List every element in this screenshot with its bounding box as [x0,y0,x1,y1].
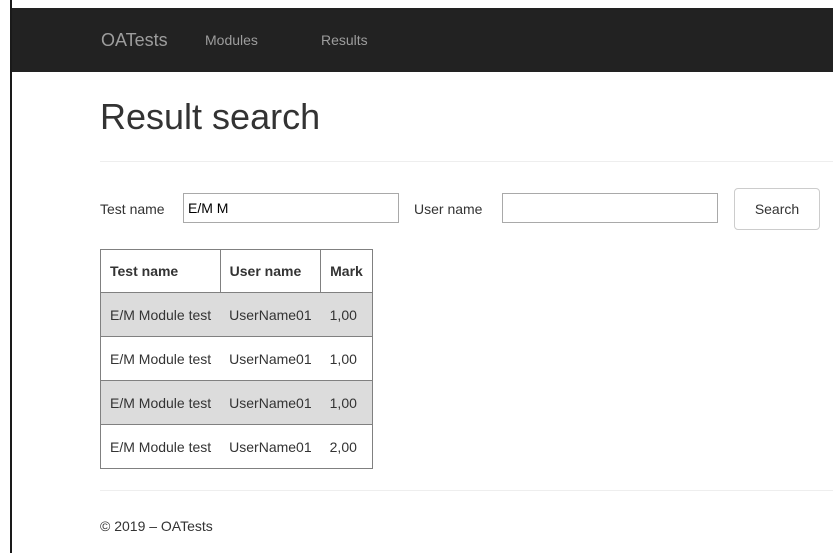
cell-user-name: UserName01 [220,336,321,381]
test-name-input[interactable] [183,193,399,223]
table-header-row: Test name User name Mark [100,249,373,293]
footer-copyright: © 2019 – OATests [100,518,213,534]
cell-user-name: UserName01 [220,424,321,469]
navbar: OATests Modules Results [12,8,833,72]
cell-test-name: E/M Module test [100,336,221,381]
nav-link-results[interactable]: Results [321,8,368,72]
cell-mark: 1,00 [320,292,373,337]
column-header-test-name: Test name [100,249,221,293]
cell-test-name: E/M Module test [100,292,221,337]
user-name-input[interactable] [502,193,718,223]
table-row: E/M Module test UserName01 2,00 [100,424,373,469]
browser-viewport: OATests Modules Results Result search Te… [12,0,833,553]
test-name-label: Test name [100,201,165,217]
table-row: E/M Module test UserName01 1,00 [100,336,373,381]
table-row: E/M Module test UserName01 1,00 [100,380,373,425]
results-table: Test name User name Mark E/M Module test… [100,249,373,469]
page-title: Result search [100,96,321,137]
navbar-brand[interactable]: OATests [101,8,168,72]
table-row: E/M Module test UserName01 1,00 [100,292,373,337]
cell-mark: 1,00 [320,336,373,381]
user-name-label: User name [414,201,483,217]
search-button[interactable]: Search [734,188,820,230]
cell-test-name: E/M Module test [100,380,221,425]
nav-link-modules[interactable]: Modules [205,8,258,72]
title-divider [100,161,833,162]
column-header-mark: Mark [320,249,373,293]
cell-user-name: UserName01 [220,380,321,425]
cell-mark: 1,00 [320,380,373,425]
cell-test-name: E/M Module test [100,424,221,469]
column-header-user-name: User name [219,249,322,293]
cell-user-name: UserName01 [220,292,321,337]
footer-divider [100,490,833,491]
cell-mark: 2,00 [320,424,373,469]
